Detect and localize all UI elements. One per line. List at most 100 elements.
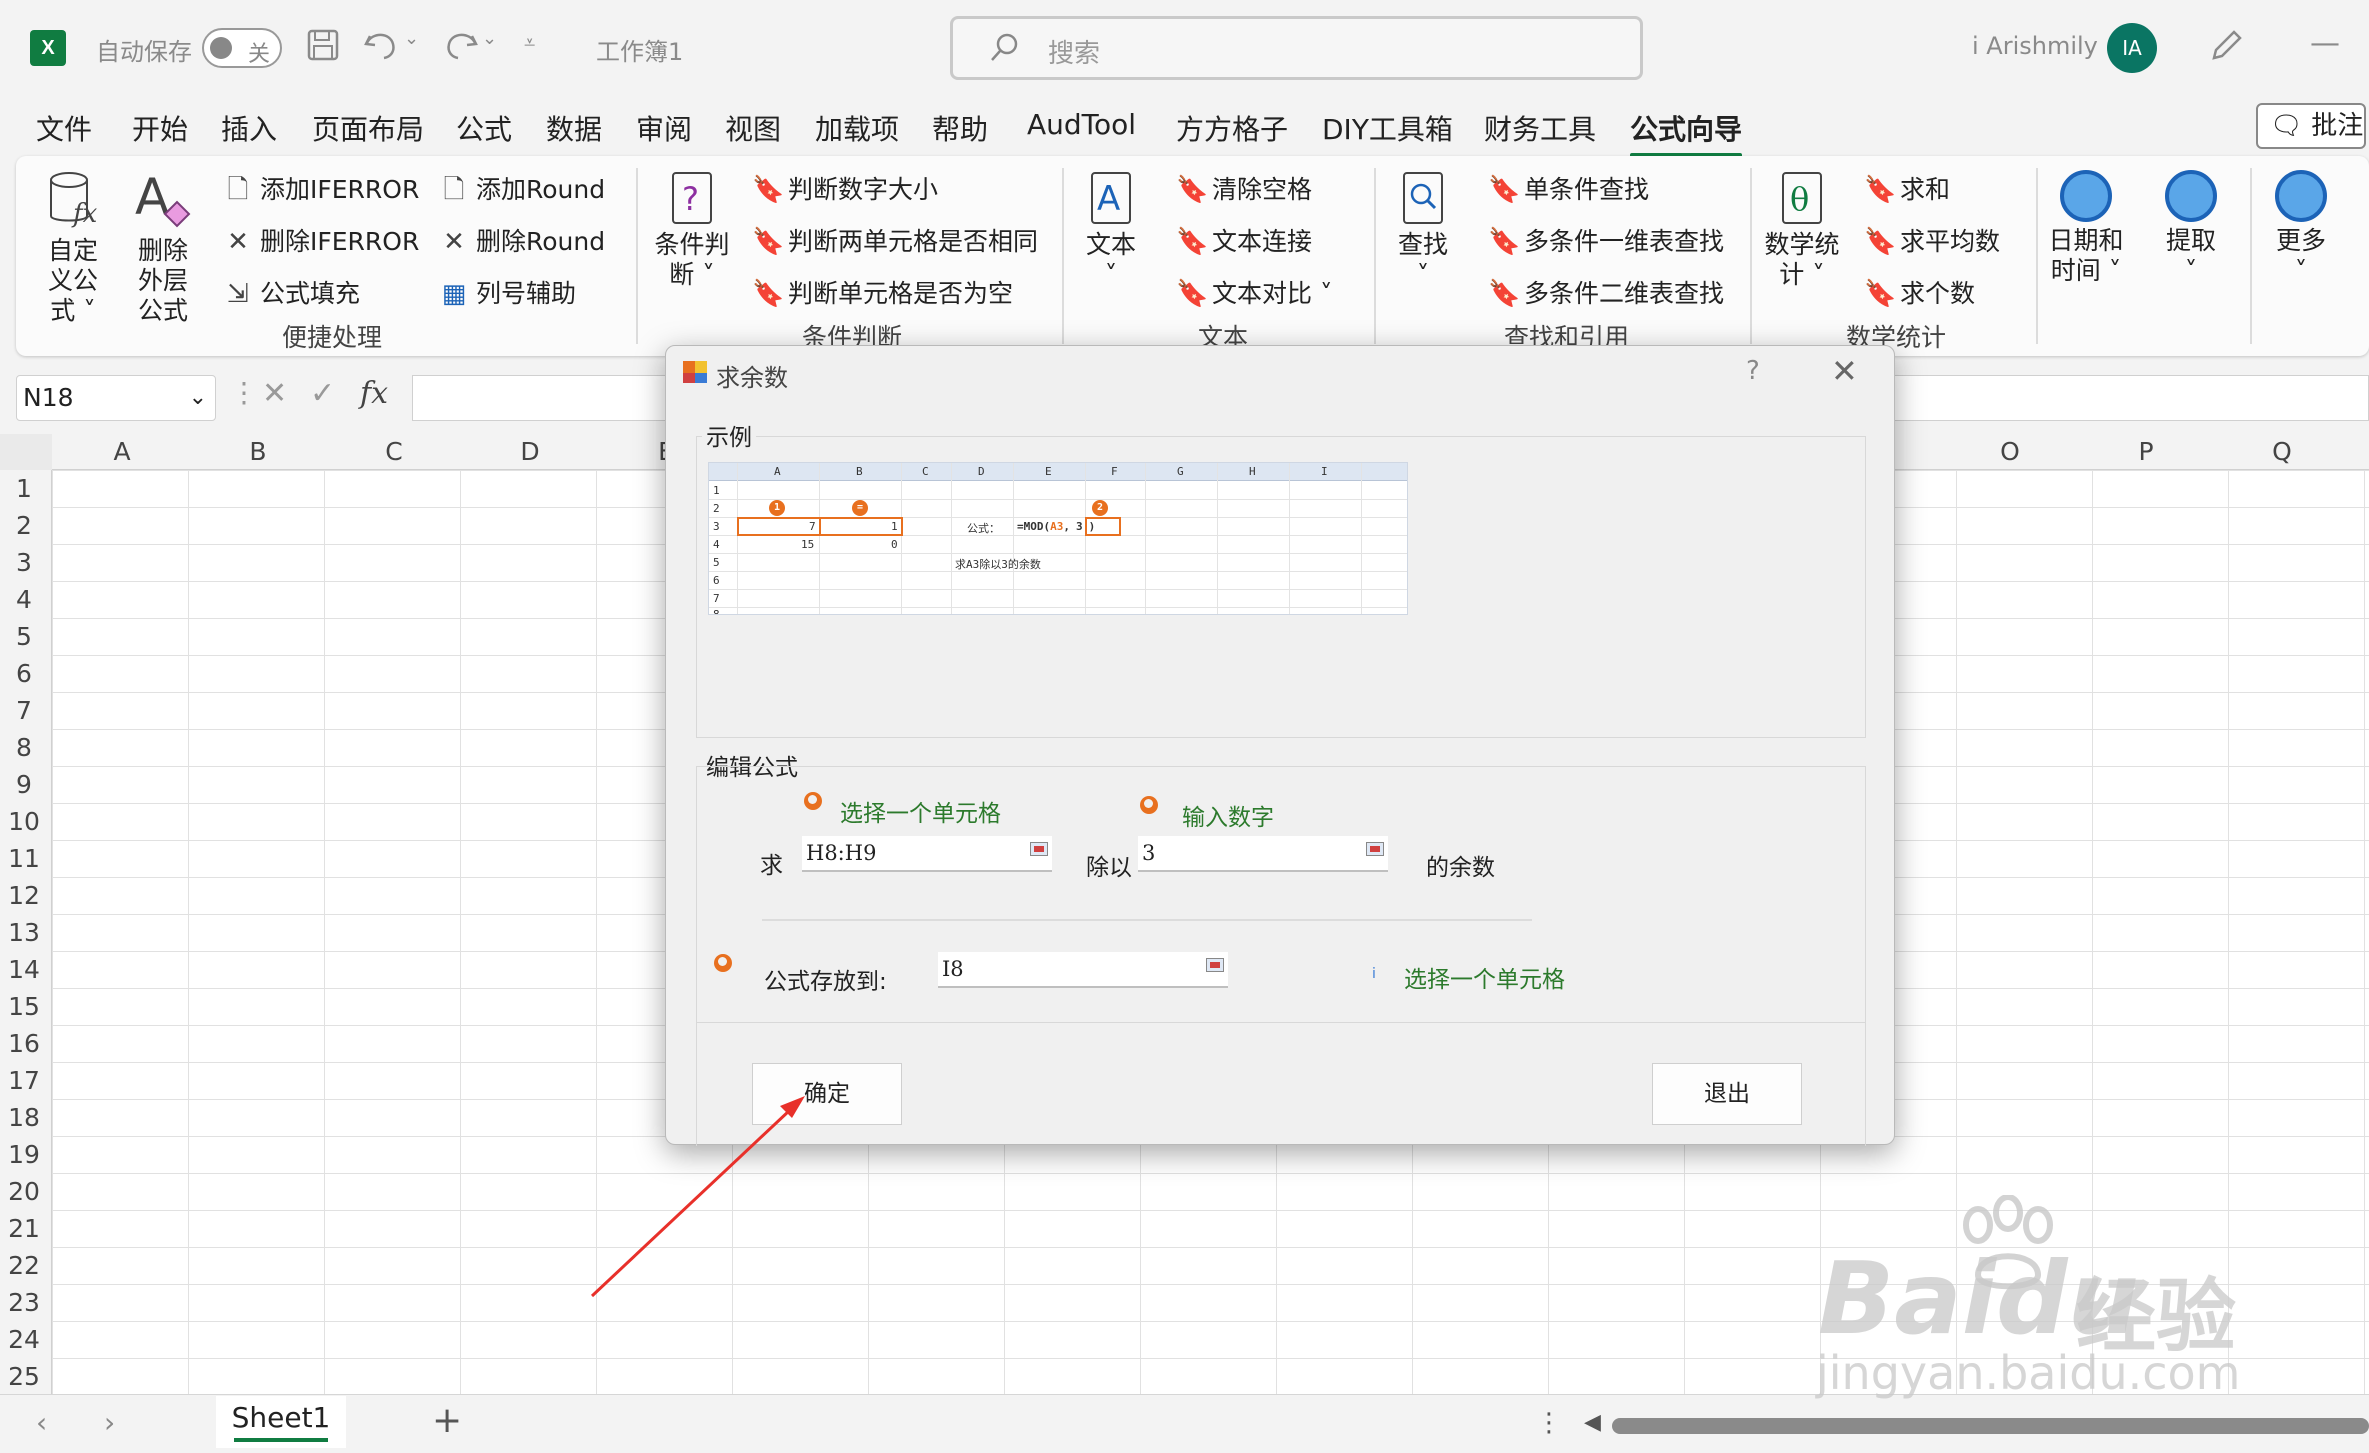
sum-button[interactable]: 🔖 求和 [1864, 170, 1950, 206]
row-header[interactable]: 20 [0, 1177, 48, 1206]
tab-help[interactable]: 帮助 [932, 108, 988, 148]
row-header[interactable]: 1 [0, 474, 48, 503]
judge-two-cells-button[interactable]: 🔖 判断两单元格是否相同 [752, 222, 1038, 258]
name-box[interactable]: N18 ⌄ [16, 375, 216, 421]
select-all-corner[interactable] [0, 434, 52, 470]
tab-diy-toolbox[interactable]: DIY工具箱 [1322, 108, 1453, 148]
tab-finance-tools[interactable]: 财务工具 [1484, 108, 1596, 148]
row-header[interactable]: 4 [0, 585, 48, 614]
pen-icon[interactable] [2208, 28, 2244, 72]
column-header-q[interactable]: Q [2262, 437, 2302, 466]
search-box[interactable]: 搜索 [950, 16, 1643, 80]
row-header[interactable]: 8 [0, 733, 48, 762]
row-header[interactable]: 17 [0, 1066, 48, 1095]
customize-toolbar-icon[interactable]: ⩡ [524, 30, 535, 54]
sheet-tab-sheet1[interactable]: Sheet1 [216, 1396, 346, 1448]
help-icon[interactable]: ? [1746, 356, 1760, 386]
horizontal-scrollbar[interactable] [1612, 1418, 2369, 1434]
avatar[interactable]: IA [2107, 23, 2157, 73]
more-button[interactable]: 更多 ˅ [2266, 170, 2336, 286]
row-header[interactable]: 24 [0, 1325, 48, 1354]
tab-file[interactable]: 文件 [36, 108, 92, 148]
condition-judge-button[interactable]: ? 条件判断 ˅ [652, 170, 732, 290]
row-header[interactable]: 21 [0, 1214, 48, 1243]
clear-spaces-button[interactable]: 🔖 清除空格 [1176, 170, 1312, 206]
divisor-input[interactable]: 3 [1138, 836, 1388, 872]
tab-data[interactable]: 数据 [546, 108, 602, 148]
row-header[interactable]: 16 [0, 1029, 48, 1058]
ok-button[interactable]: 确定 [752, 1063, 902, 1125]
save-icon[interactable] [306, 28, 340, 70]
previous-sheet-icon[interactable]: ‹ [36, 1406, 47, 1439]
row-header[interactable]: 22 [0, 1251, 48, 1280]
redo-dropdown-icon[interactable]: ⌄ [482, 28, 497, 49]
column-header-d[interactable]: D [510, 437, 550, 466]
more-options-icon[interactable]: ⋮ [230, 376, 258, 409]
tab-review[interactable]: 审阅 [636, 108, 692, 148]
undo-dropdown-icon[interactable]: ⌄ [404, 28, 419, 49]
column-header-o[interactable]: O [1990, 437, 2030, 466]
column-header-a[interactable]: A [102, 437, 142, 466]
row-header[interactable]: 6 [0, 659, 48, 688]
row-header[interactable]: 13 [0, 918, 48, 947]
tab-fangfang[interactable]: 方方格子 [1176, 108, 1288, 148]
row-header[interactable]: 19 [0, 1140, 48, 1169]
autosave-toggle[interactable]: 关 [202, 28, 282, 68]
judge-number-size-button[interactable]: 🔖 判断数字大小 [752, 170, 938, 206]
date-time-button[interactable]: 日期和时间 ˅ [2046, 170, 2126, 286]
store-input[interactable]: I8 [938, 952, 1228, 988]
tab-home[interactable]: 开始 [132, 108, 188, 148]
add-iferror-button[interactable]: 🗋 添加IFERROR [224, 170, 420, 215]
multi-lookup-2d-button[interactable]: 🔖 多条件二维表查找 [1488, 274, 1724, 310]
cancel-entry-icon[interactable]: ✕ [262, 376, 287, 411]
lookup-button[interactable]: 查找 ˅ [1388, 170, 1458, 290]
insert-function-icon[interactable]: fx [360, 376, 388, 411]
column-header-p[interactable]: P [2126, 437, 2166, 466]
text-compare-button[interactable]: 🔖 文本对比 ˅ [1176, 274, 1332, 310]
store-picker-icon[interactable] [1206, 958, 1224, 972]
divisor-picker-icon[interactable] [1366, 842, 1384, 856]
tab-addins[interactable]: 加载项 [815, 108, 899, 148]
more-options-icon[interactable]: ⋮ [1536, 1408, 1562, 1438]
extract-button[interactable]: 提取 ˅ [2156, 170, 2226, 286]
tab-formula-wizard[interactable]: 公式向导 [1630, 108, 1743, 158]
add-sheet-button[interactable]: + [432, 1400, 462, 1441]
row-header[interactable]: 5 [0, 622, 48, 651]
custom-formula-button[interactable]: fx 自定义公式 ˅ [38, 170, 108, 326]
row-header[interactable]: 10 [0, 807, 48, 836]
row-header[interactable]: 7 [0, 696, 48, 725]
range-picker-icon[interactable] [1030, 842, 1048, 856]
comment-button[interactable]: 🗨 批注 [2256, 103, 2366, 149]
math-stats-button[interactable]: θ 数学统计 ˅ [1762, 170, 1842, 290]
column-header-b[interactable]: B [238, 437, 278, 466]
confirm-entry-icon[interactable]: ✓ [310, 376, 335, 411]
tab-insert[interactable]: 插入 [221, 108, 277, 148]
redo-icon[interactable] [440, 26, 480, 70]
column-header-c[interactable]: C [374, 437, 414, 466]
count-button[interactable]: 🔖 求个数 [1864, 274, 1975, 310]
tab-view[interactable]: 视图 [725, 108, 781, 148]
exit-button[interactable]: 退出 [1652, 1063, 1802, 1125]
row-header[interactable]: 25 [0, 1362, 48, 1391]
row-header[interactable]: 14 [0, 955, 48, 984]
delete-iferror-button[interactable]: ✕ 删除IFERROR [224, 222, 419, 258]
formula-fill-button[interactable]: ⇲ 公式填充 [224, 274, 360, 310]
multi-lookup-1d-button[interactable]: 🔖 多条件一维表查找 [1488, 222, 1724, 258]
row-header[interactable]: 11 [0, 844, 48, 873]
column-helper-button[interactable]: ▦ 列号辅助 [440, 274, 576, 310]
scroll-left-icon[interactable]: ◀ [1584, 1410, 1601, 1435]
delete-outer-formula-button[interactable]: A 删除外层公式 [128, 170, 198, 326]
minimize-icon[interactable]: — [2310, 26, 2340, 61]
delete-round-button[interactable]: ✕ 删除Round [440, 222, 605, 258]
close-icon[interactable]: ✕ [1831, 352, 1858, 390]
tab-page-layout[interactable]: 页面布局 [312, 108, 424, 148]
text-join-button[interactable]: 🔖 文本连接 [1176, 222, 1312, 258]
average-button[interactable]: 🔖 求平均数 [1864, 222, 2000, 258]
row-header[interactable]: 9 [0, 770, 48, 799]
row-header[interactable]: 12 [0, 881, 48, 910]
undo-icon[interactable] [362, 26, 402, 70]
row-header[interactable]: 2 [0, 511, 48, 540]
row-header[interactable]: 23 [0, 1288, 48, 1317]
row-header[interactable]: 15 [0, 992, 48, 1021]
tab-formulas[interactable]: 公式 [456, 108, 512, 148]
